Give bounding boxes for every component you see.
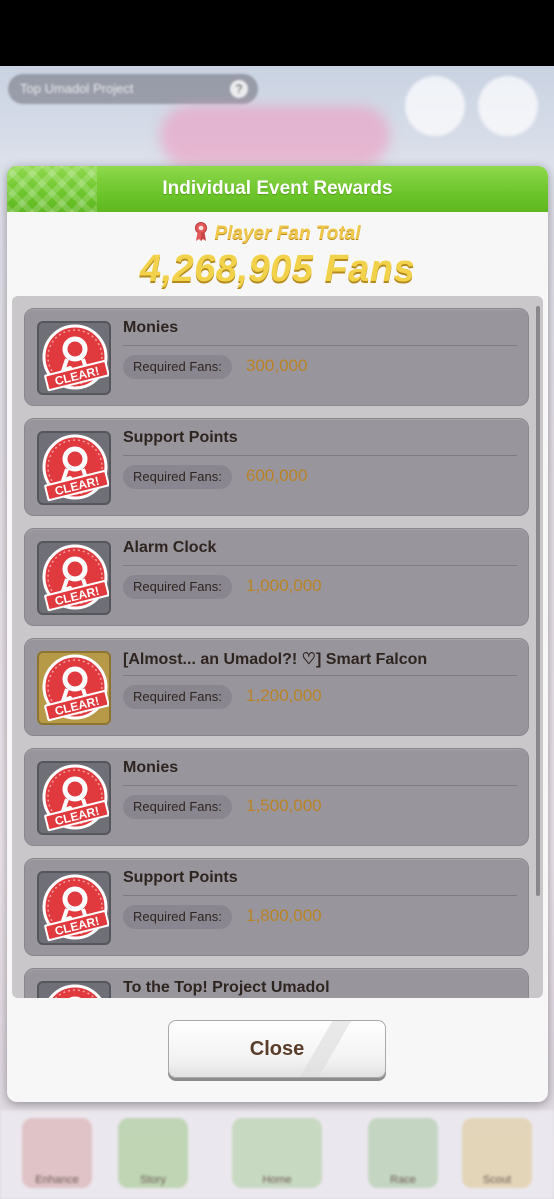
reward-card[interactable]: CLEAR!To the Top! Project UmadolRequired… — [24, 968, 529, 998]
nav-scout: Scout — [462, 1118, 532, 1188]
nav-home: Home — [232, 1118, 322, 1188]
fan-total-value: 4,268,905 Fans — [139, 248, 416, 290]
required-fans-label: Required Fans: — [123, 795, 232, 819]
nav-enhance: Enhance — [22, 1118, 92, 1188]
bg-header-bar: Top Umadol Project ? — [8, 74, 258, 104]
required-fans-label: Required Fans: — [123, 575, 232, 599]
required-fans-value: 1,200,000 — [246, 686, 322, 705]
event-rewards-dialog: Individual Event Rewards Player Fan Tota… — [7, 166, 548, 1102]
close-button[interactable]: Close — [168, 1020, 386, 1078]
reward-card[interactable]: CLEAR! Monies Required Fans: 1,500,000 — [24, 748, 529, 846]
reward-name: Alarm Clock — [123, 539, 217, 556]
bg-badge-icon — [478, 76, 538, 136]
close-button-label: Close — [249, 1038, 305, 1060]
clear-stamp-icon: CLEAR! — [48, 984, 102, 998]
header-pattern — [7, 166, 97, 212]
help-icon: ? — [230, 80, 248, 98]
ribbon-icon — [195, 222, 208, 241]
reward-name: Monies — [123, 319, 179, 336]
required-fans-value: 1,000,000 — [246, 576, 322, 595]
required-fans-value: 1,500,000 — [246, 796, 322, 815]
reward-card[interactable]: CLEAR! Support Points Required Fans: 600,00… — [24, 418, 529, 516]
reward-name: Monies — [123, 759, 179, 776]
clear-stamp-icon: CLEAR! — [42, 874, 109, 942]
fan-total-label-text: Player Fan Total — [214, 223, 361, 244]
required-fans-label: Required Fans: — [123, 355, 232, 379]
fan-total-label: Player Fan Total — [7, 222, 548, 245]
reward-item-icon: CLEAR! — [37, 871, 111, 945]
reward-card[interactable]: CLEAR! Alarm Clock Required Fans: 1,000,000 — [24, 528, 529, 626]
reward-item-icon: CLEAR! — [37, 651, 111, 725]
bottom-nav: Enhance Story Home Race Scout — [0, 1110, 554, 1199]
reward-name: Support Points — [123, 429, 238, 446]
bg-event-logo — [160, 106, 390, 166]
status-bar — [0, 0, 554, 66]
required-fans-value: 1,800,000 — [246, 906, 322, 925]
reward-item-icon: CLEAR! — [37, 321, 111, 395]
bg-badge-icon — [405, 76, 465, 136]
dialog-title: Individual Event Rewards — [162, 178, 393, 199]
reward-divider — [123, 565, 517, 566]
clear-stamp-icon: CLEAR! — [42, 434, 109, 502]
reward-card[interactable]: CLEAR! Support Points Required Fans: 1,800,… — [24, 858, 529, 956]
required-fans-value: 600,000 — [246, 466, 308, 485]
required-fans-label: Required Fans: — [123, 465, 232, 489]
reward-divider — [123, 895, 517, 896]
required-fans-value: 300,000 — [246, 356, 308, 375]
reward-divider — [123, 345, 517, 346]
clear-stamp-icon: CLEAR! — [42, 654, 109, 722]
reward-name: To the Top! Project Umadol — [123, 979, 330, 996]
reward-name: Support Points — [123, 869, 238, 886]
clear-stamp-icon: CLEAR! — [42, 544, 109, 612]
clear-stamp-icon: CLEAR! — [42, 324, 109, 392]
list-scrollbar[interactable] — [536, 306, 540, 896]
dialog-header: Individual Event Rewards — [7, 166, 548, 212]
reward-item-icon: CLEAR! — [37, 431, 111, 505]
reward-list[interactable]: CLEAR! Monies Required Fans: 300,000 CLEAR! S… — [12, 296, 543, 998]
required-fans-label: Required Fans: — [123, 685, 232, 709]
nav-race: Race — [368, 1118, 438, 1188]
reward-item-icon: CLEAR! — [37, 541, 111, 615]
reward-card[interactable]: CLEAR! Monies Required Fans: 300,000 — [24, 308, 529, 406]
reward-divider — [123, 675, 517, 676]
required-fans-label: Required Fans: — [123, 905, 232, 929]
clear-stamp-icon: CLEAR! — [42, 764, 109, 832]
reward-divider — [123, 455, 517, 456]
reward-divider — [123, 785, 517, 786]
reward-item-icon: CLEAR! — [37, 761, 111, 835]
bg-header-title: Top Umadol Project — [20, 81, 134, 96]
reward-item-icon: CLEAR! — [37, 981, 111, 998]
reward-name: [Almost... an Umadol?! ♡] Smart Falcon — [123, 651, 428, 668]
reward-card[interactable]: CLEAR! [Almost... an Umadol?! ♡] Smart Fa… — [24, 638, 529, 736]
nav-story: Story — [118, 1118, 188, 1188]
